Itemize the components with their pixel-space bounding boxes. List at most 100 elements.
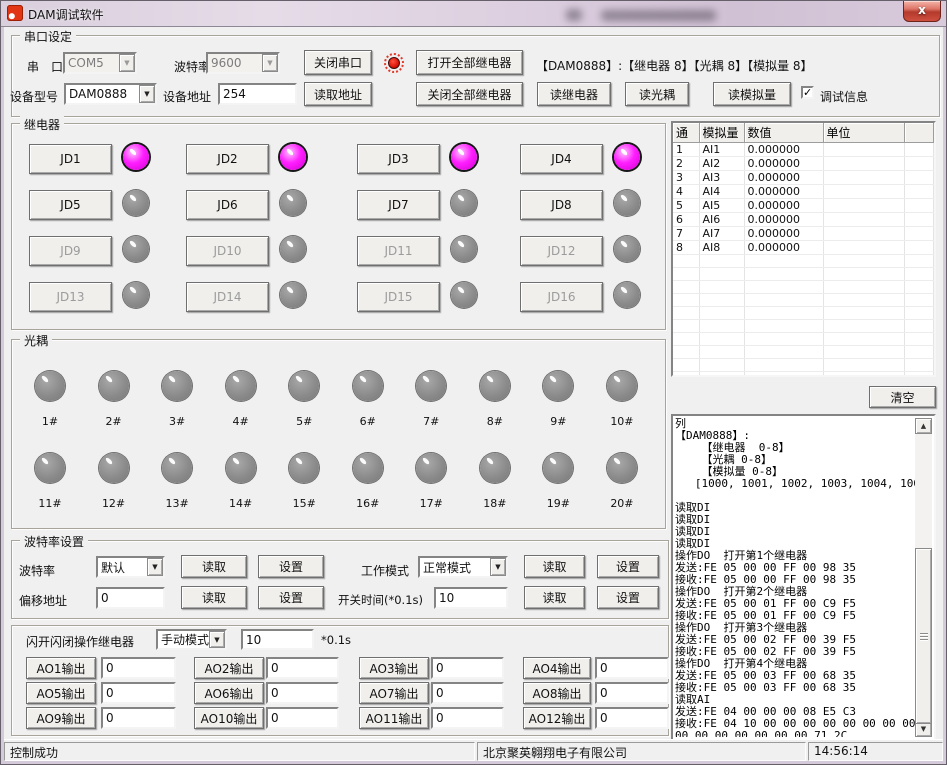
- baudrate-select[interactable]: 默认 ▼: [96, 556, 165, 578]
- clear-log-button[interactable]: 清空: [869, 386, 936, 408]
- ao9-output-button[interactable]: AO9输出: [26, 707, 96, 729]
- ao1-output-input[interactable]: [101, 657, 176, 679]
- ao7-output-input[interactable]: [431, 682, 504, 704]
- ao5-output-input[interactable]: [101, 682, 176, 704]
- chevron-down-icon[interactable]: ▼: [119, 54, 135, 72]
- ao11-output-input[interactable]: [431, 707, 504, 729]
- relay-button-jd3[interactable]: JD3: [357, 144, 440, 174]
- opto-led-18: [480, 453, 510, 483]
- opto-row-1: 1# 2# 3# 4# 5# 6# 7# 8# 9# 10#: [21, 371, 651, 428]
- read-analog-button[interactable]: 读模拟量: [713, 82, 791, 106]
- relay-led-jd12: [614, 236, 640, 262]
- relay-cell: JD5: [29, 190, 186, 236]
- scroll-up-icon[interactable]: ▲: [915, 418, 932, 434]
- ao6-output-input[interactable]: [266, 682, 339, 704]
- flash-time-input[interactable]: [241, 629, 314, 650]
- table-row[interactable]: 2AI20.000000: [673, 157, 934, 171]
- ao1-output-button[interactable]: AO1输出: [26, 657, 96, 679]
- log-scrollbar[interactable]: ▲ ▼: [915, 418, 932, 737]
- table-row[interactable]: 8AI80.000000: [673, 241, 934, 255]
- work-mode-set-button[interactable]: 设置: [597, 555, 659, 578]
- relay-button-jd4[interactable]: JD4: [520, 144, 603, 174]
- ao4-output-button[interactable]: AO4输出: [523, 657, 591, 679]
- table-row[interactable]: 5AI50.000000: [673, 199, 934, 213]
- close-serial-button[interactable]: 关闭串口: [304, 50, 372, 75]
- read-relays-button[interactable]: 读继电器: [537, 82, 611, 106]
- close-all-relays-button[interactable]: 关闭全部继电器: [416, 82, 523, 106]
- chevron-down-icon[interactable]: ▼: [147, 558, 163, 576]
- opto-label: 16#: [356, 497, 379, 510]
- read-address-button[interactable]: 读取地址: [304, 82, 372, 106]
- ao5-output-button[interactable]: AO5输出: [26, 682, 96, 704]
- relay-cell: JD4: [520, 144, 640, 190]
- ao3-output-input[interactable]: [431, 657, 504, 679]
- switch-time-set-button[interactable]: 设置: [597, 586, 659, 609]
- work-mode-label: 工作模式: [361, 562, 409, 579]
- chevron-down-icon[interactable]: ▼: [262, 54, 278, 72]
- window-title: DAM调试软件: [28, 6, 104, 23]
- table-row[interactable]: 6AI60.000000: [673, 213, 934, 227]
- ao8-output-button[interactable]: AO8输出: [523, 682, 591, 704]
- baud-select[interactable]: 9600 ▼: [206, 52, 280, 74]
- relay-button-jd8[interactable]: JD8: [520, 190, 603, 220]
- ao12-output-input[interactable]: [595, 707, 669, 729]
- address-input[interactable]: [218, 83, 297, 105]
- work-mode-select[interactable]: 正常模式 ▼: [418, 556, 508, 578]
- opto-cell: 5#: [275, 371, 333, 428]
- baudrate-read-button[interactable]: 读取: [181, 555, 247, 578]
- ao2-output-input[interactable]: [266, 657, 339, 679]
- table-row[interactable]: 1AI10.000000: [673, 143, 934, 157]
- ao2-output-button[interactable]: AO2输出: [194, 657, 264, 679]
- ao10-output-input[interactable]: [266, 707, 339, 729]
- log-output[interactable]: 列 【DAM0888】: 【继电器 0-8】 【光耦 0-8】 【模拟量 0-8…: [675, 418, 915, 737]
- col-header-value[interactable]: 数值: [744, 123, 823, 143]
- table-row[interactable]: 7AI70.000000: [673, 227, 934, 241]
- chevron-down-icon[interactable]: ▼: [139, 85, 155, 103]
- work-mode-read-button[interactable]: 读取: [524, 555, 585, 578]
- switch-time-input[interactable]: [434, 587, 508, 609]
- opto-led-14: [226, 453, 256, 483]
- relay-button-jd6[interactable]: JD6: [186, 190, 269, 220]
- model-select[interactable]: DAM0888 ▼: [64, 83, 157, 105]
- table-header-row: 通 模拟量 数值 单位: [673, 123, 934, 143]
- relay-button-jd1[interactable]: JD1: [29, 144, 112, 174]
- relay-button-jd2[interactable]: JD2: [186, 144, 269, 174]
- open-all-relays-button[interactable]: 打开全部继电器: [416, 50, 523, 75]
- ao3-output-button[interactable]: AO3输出: [359, 657, 429, 679]
- ao12-output-button[interactable]: AO12输出: [523, 707, 591, 729]
- relay-button-jd10: JD10: [186, 236, 269, 266]
- offset-read-button[interactable]: 读取: [181, 586, 247, 609]
- close-button[interactable]: x: [903, 1, 941, 22]
- table-row[interactable]: 3AI30.000000: [673, 171, 934, 185]
- offset-address-input[interactable]: [96, 587, 165, 609]
- ao9-output-input[interactable]: [101, 707, 176, 729]
- flash-mode-select[interactable]: 手动模式 ▼: [156, 629, 227, 650]
- table-row[interactable]: 4AI40.000000: [673, 185, 934, 199]
- relay-cell: JD13: [29, 282, 186, 328]
- col-header-unit[interactable]: 单位: [823, 123, 904, 143]
- serial-settings-group-title: 串口设定: [20, 28, 76, 45]
- read-opto-button[interactable]: 读光耦: [625, 82, 689, 106]
- ao-row-2: AO5输出 AO6输出 AO7输出 AO8输出: [26, 682, 669, 704]
- ao8-output-input[interactable]: [595, 682, 669, 704]
- chevron-down-icon[interactable]: ▼: [209, 631, 225, 648]
- relay-button-jd5[interactable]: JD5: [29, 190, 112, 220]
- debug-info-checkbox[interactable]: ✓: [801, 86, 814, 99]
- switch-time-read-button[interactable]: 读取: [524, 586, 585, 609]
- baudrate-set-button[interactable]: 设置: [258, 555, 324, 578]
- col-header-channel[interactable]: 通: [673, 123, 699, 143]
- scrollbar-thumb[interactable]: [915, 548, 932, 724]
- offset-set-button[interactable]: 设置: [258, 586, 324, 609]
- ao10-output-button[interactable]: AO10输出: [194, 707, 264, 729]
- relay-button-jd7[interactable]: JD7: [357, 190, 440, 220]
- port-select[interactable]: COM5 ▼: [63, 52, 137, 74]
- ao4-output-input[interactable]: [595, 657, 669, 679]
- ao7-output-button[interactable]: AO7输出: [359, 682, 429, 704]
- col-header-extra[interactable]: [904, 123, 934, 143]
- analog-table: 通 模拟量 数值 单位 1AI10.000000 2AI20.000000 3A…: [671, 121, 936, 377]
- ao11-output-button[interactable]: AO11输出: [359, 707, 429, 729]
- chevron-down-icon[interactable]: ▼: [490, 558, 506, 576]
- relay-led-jd6: [280, 190, 306, 216]
- col-header-analog[interactable]: 模拟量: [699, 123, 744, 143]
- ao6-output-button[interactable]: AO6输出: [194, 682, 264, 704]
